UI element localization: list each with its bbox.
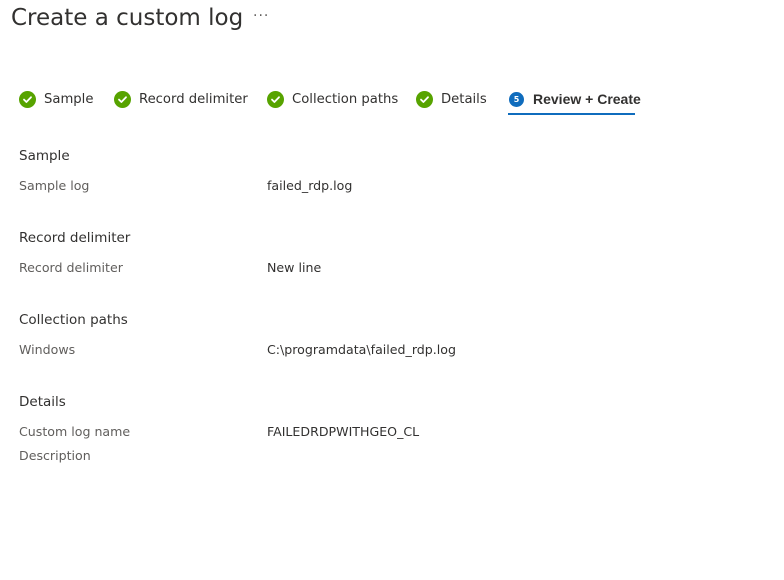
step-record-delimiter[interactable]: Record delimiter — [114, 88, 248, 110]
field-value-record-delimiter: New line — [267, 260, 322, 275]
checkmark-icon — [114, 90, 131, 108]
section-heading-sample: Sample — [19, 148, 70, 164]
field-label-description: Description — [19, 448, 91, 463]
step-sample[interactable]: Sample — [19, 88, 93, 110]
step-label: Review + Create — [533, 91, 641, 107]
step-label: Collection paths — [292, 91, 399, 107]
field-value-sample-log: failed_rdp.log — [267, 178, 353, 193]
field-value-windows-path: C:\programdata\failed_rdp.log — [267, 342, 456, 357]
field-value-custom-log-name: FAILEDRDPWITHGEO_CL — [267, 424, 420, 439]
section-heading-collection-paths: Collection paths — [19, 312, 128, 328]
section-heading-record-delimiter: Record delimiter — [19, 230, 131, 246]
checkmark-icon — [19, 90, 36, 108]
step-review-create[interactable]: 5 Review + Create — [509, 88, 641, 110]
field-label-custom-log-name: Custom log name — [19, 424, 131, 439]
checkmark-icon — [267, 90, 284, 108]
page-title: Create a custom log — [11, 5, 244, 31]
step-label: Record delimiter — [139, 91, 248, 107]
step-number-icon: 5 — [509, 91, 524, 107]
more-options-button[interactable]: ··· — [253, 8, 269, 24]
step-collection-paths[interactable]: Collection paths — [267, 88, 398, 110]
step-label: Sample — [44, 91, 94, 107]
field-label-record-delimiter: Record delimiter — [19, 260, 123, 275]
step-label: Details — [441, 91, 487, 107]
step-details[interactable]: Details — [416, 88, 487, 110]
field-label-sample-log: Sample log — [19, 178, 90, 193]
checkmark-icon — [416, 90, 433, 108]
active-step-indicator — [508, 113, 635, 115]
field-label-windows: Windows — [19, 342, 76, 357]
section-heading-details: Details — [19, 394, 66, 410]
